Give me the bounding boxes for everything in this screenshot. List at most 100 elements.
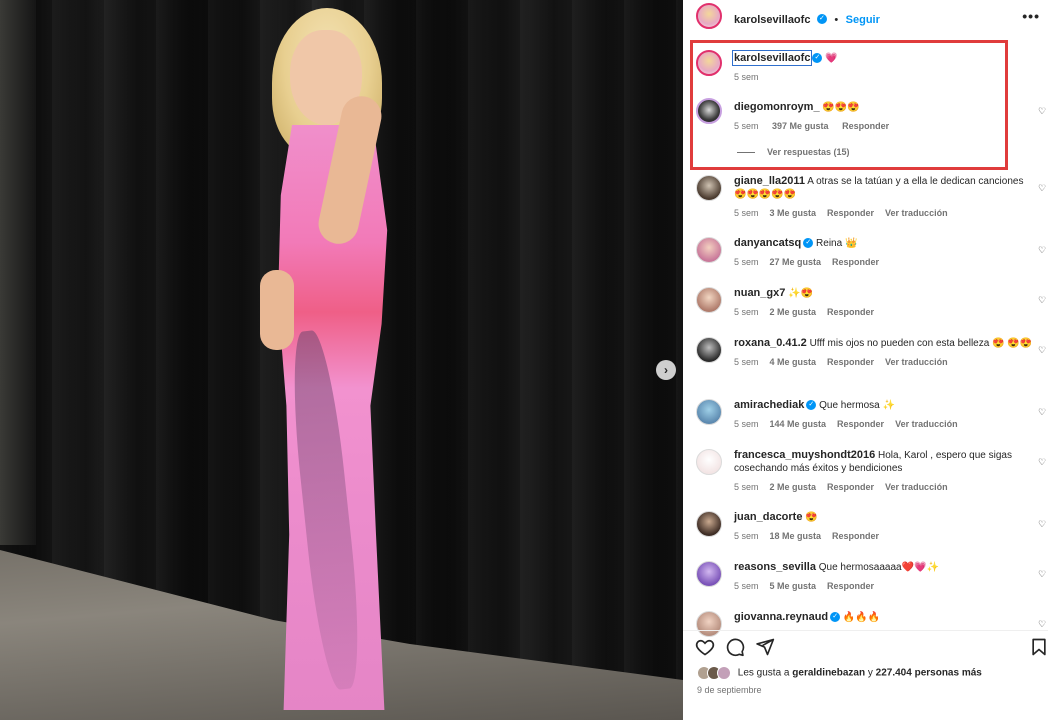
verified-badge-icon: ✓ [812,53,823,64]
lower-arm [260,270,294,350]
comment-text: ✨😍 [788,288,814,299]
caption-username[interactable]: karolsevillaofc [731,50,813,66]
comment-likes[interactable]: 397 Me gusta [772,121,829,131]
comment-username[interactable]: nuan_gx7 [734,287,785,299]
reply-button[interactable]: Responder [832,257,879,267]
comment-username[interactable]: roxana_0.41.2 [734,337,807,349]
next-photo-button[interactable]: › [656,360,676,380]
wall [0,0,36,545]
reply-button[interactable]: Responder [837,419,884,429]
comment-meta: 5 sem 397 Me gusta Responder [734,120,1034,133]
like-comment-icon[interactable]: ♡ [1038,295,1048,305]
comment-text: 😍😍😍 [822,102,860,113]
translate-button[interactable]: Ver traducción [895,419,958,429]
reply-button[interactable]: Responder [827,581,874,591]
comment-likes[interactable]: 2 Me gusta [770,482,817,492]
comment-avatar[interactable] [696,449,722,475]
comment-likes[interactable]: 4 Me gusta [770,357,817,367]
comment-time: 5 sem [734,531,759,541]
like-comment-icon[interactable]: ♡ [1038,569,1048,579]
like-comment-icon[interactable]: ♡ [1038,619,1048,629]
like-comment-icon[interactable]: ♡ [1038,245,1048,255]
heart-icon[interactable] [695,637,715,657]
comment-avatar[interactable] [696,237,722,263]
translate-button[interactable]: Ver traducción [885,208,948,218]
comment-avatar[interactable] [696,337,722,363]
comment-likes[interactable]: 18 Me gusta [770,531,822,541]
comment-meta: 5 sem 18 Me gusta Responder [734,530,1034,543]
comment-meta: 5 sem 27 Me gusta Responder [734,256,1034,269]
action-bar [683,630,1048,661]
comment-username[interactable]: francesca_muyshondt2016 [734,449,875,461]
comment-avatar[interactable] [696,561,722,587]
bookmark-icon[interactable] [1029,637,1048,657]
comment-username[interactable]: diegomonroym_ [734,101,820,113]
comment-text: Reina 👑 [816,238,858,249]
author-line: karolsevillaofc ✓ • Seguir [734,10,880,28]
like-comment-icon[interactable]: ♡ [1038,519,1048,529]
comment-avatar[interactable] [696,98,722,124]
caption-body: karolsevillaofc ✓ 💗 5 sem [731,50,1034,84]
comment-body: nuan_gx7 ✨😍 5 sem 2 Me gusta Responder [734,287,1034,319]
reply-button[interactable]: Responder [827,307,874,317]
like-comment-icon[interactable]: ♡ [1038,106,1048,116]
reply-button[interactable]: Responder [827,208,874,218]
comment-username[interactable]: danyancatsq [734,237,801,249]
liker-avatar [717,666,731,680]
comment-avatar[interactable] [696,399,722,425]
comment-text: Que hermosaaaaa❤️💗✨ [818,562,939,573]
comment-username[interactable]: juan_dacorte [734,511,802,523]
comment-avatar[interactable] [696,511,722,537]
view-replies-button[interactable]: Ver respuestas (15) [737,147,850,157]
comment-username[interactable]: amirachediak [734,399,804,411]
translate-button[interactable]: Ver traducción [885,357,948,367]
comment-avatar[interactable] [696,287,722,313]
comment-body: amirachediak ✓ Que hermosa ✨ 5 sem 144 Me g… [734,399,1034,431]
translate-button[interactable]: Ver traducción [885,482,948,492]
reply-button[interactable]: Responder [832,531,879,541]
comment-avatar[interactable] [696,175,722,201]
comment-text: Que hermosa ✨ [819,400,895,411]
verified-badge-icon: ✓ [803,238,814,249]
comment-meta: 5 sem 5 Me gusta Responder [734,580,1034,593]
caption-time: 5 sem [734,72,759,82]
comment-meta: 5 sem 3 Me gusta Responder Ver traducción [734,207,1034,220]
more-options-icon[interactable]: ••• [1022,8,1040,24]
caption-avatar[interactable] [696,50,722,76]
comment-username[interactable]: reasons_sevilla [734,561,816,573]
likes-prefix: Les gusta a [737,667,790,679]
comment-likes[interactable]: 3 Me gusta [770,208,817,218]
likes-count[interactable]: 227.404 personas más [876,668,982,679]
share-icon[interactable] [755,637,775,657]
reply-button[interactable]: Responder [827,482,874,492]
like-comment-icon[interactable]: ♡ [1038,407,1048,417]
like-comment-icon[interactable]: ♡ [1038,183,1048,193]
author-username[interactable]: karolsevillaofc [734,14,810,26]
post-photo: › [0,0,683,720]
reply-button[interactable]: Responder [827,357,874,367]
comment-text: Ufff mis ojos no pueden con esta belleza… [809,338,1033,349]
comment-body: diegomonroym_ 😍😍😍 5 sem 397 Me gusta Res… [734,101,1034,133]
post-header: karolsevillaofc ✓ • Seguir ••• [683,0,1048,34]
like-comment-icon[interactable]: ♡ [1038,345,1048,355]
comments-panel: karolsevillaofc ✓ • Seguir ••• karolsevi… [683,0,1048,720]
comment-likes[interactable]: 5 Me gusta [770,581,817,591]
likes-user[interactable]: geraldinebazan [792,668,865,679]
comment-likes[interactable]: 27 Me gusta [770,257,822,267]
author-avatar[interactable] [696,3,722,29]
verified-badge-icon: ✓ [816,13,827,24]
comment-meta: 5 sem 144 Me gusta Responder Ver traducción [734,418,1034,431]
comment-likes[interactable]: 144 Me gusta [770,419,827,429]
comment-time: 5 sem [734,121,759,131]
comment-username[interactable]: giovanna.reynaud [734,611,828,623]
comment-body: danyancatsq ✓ Reina 👑 5 sem 27 Me gusta Resp… [734,237,1034,269]
separator-dot: • [834,14,839,26]
comment-time: 5 sem [734,257,759,267]
comment-username[interactable]: giane_lla2011 [734,175,805,187]
comment-time: 5 sem [734,419,759,429]
like-comment-icon[interactable]: ♡ [1038,457,1048,467]
comment-icon[interactable] [725,637,745,657]
comment-likes[interactable]: 2 Me gusta [770,307,817,317]
reply-button[interactable]: Responder [842,121,889,131]
follow-button[interactable]: Seguir [846,14,880,26]
